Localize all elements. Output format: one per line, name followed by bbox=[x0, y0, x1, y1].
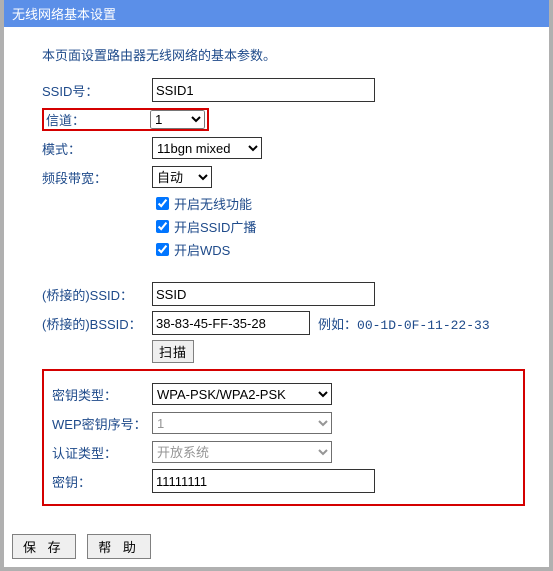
label-auth-type: 认证类型： bbox=[52, 443, 152, 462]
enable-ssid-broadcast-checkbox[interactable] bbox=[156, 220, 169, 233]
bssid-hint: 例如：00-1D-0F-11-22-33 bbox=[318, 314, 490, 333]
row-wep-index: WEP密钥序号： 1 bbox=[52, 411, 515, 435]
row-channel: 信道： 1 bbox=[42, 107, 525, 131]
enable-wireless-checkbox[interactable] bbox=[156, 197, 169, 210]
panel-title: 无线网络基本设置 bbox=[4, 0, 549, 27]
label-ssid: SSID号： bbox=[42, 81, 152, 100]
mode-select[interactable]: 11bgn mixed bbox=[152, 137, 262, 159]
row-bridge-bssid: (桥接的)BSSID： 例如：00-1D-0F-11-22-33 bbox=[42, 311, 525, 335]
label-bridge-ssid: (桥接的)SSID： bbox=[42, 285, 152, 304]
wep-index-select: 1 bbox=[152, 412, 332, 434]
channel-select[interactable]: 1 bbox=[150, 110, 205, 129]
bandwidth-select[interactable]: 自动 bbox=[152, 166, 212, 188]
row-key-type: 密钥类型： WPA-PSK/WPA2-PSK bbox=[52, 382, 515, 406]
label-key-type: 密钥类型： bbox=[52, 385, 152, 404]
label-bandwidth: 频段带宽： bbox=[42, 168, 152, 187]
button-bar: 保 存 帮 助 bbox=[4, 526, 549, 567]
row-key: 密钥： bbox=[52, 469, 515, 493]
label-enable-wds: 开启WDS bbox=[174, 240, 230, 259]
bridge-bssid-input[interactable] bbox=[152, 311, 310, 335]
row-enable-wireless: 开启无线功能 bbox=[152, 194, 525, 213]
label-enable-wireless: 开启无线功能 bbox=[174, 194, 252, 213]
scan-button[interactable]: 扫描 bbox=[152, 340, 194, 363]
label-enable-ssid-broadcast: 开启SSID广播 bbox=[174, 217, 256, 236]
help-button[interactable]: 帮 助 bbox=[87, 534, 151, 559]
key-type-select[interactable]: WPA-PSK/WPA2-PSK bbox=[152, 383, 332, 405]
highlight-channel: 信道： 1 bbox=[42, 108, 209, 131]
enable-wds-checkbox[interactable] bbox=[156, 243, 169, 256]
panel-content: 本页面设置路由器无线网络的基本参数。 SSID号： 信道： 1 模式： 11bg… bbox=[4, 27, 549, 526]
bridge-ssid-input[interactable] bbox=[152, 282, 375, 306]
panel: 无线网络基本设置 本页面设置路由器无线网络的基本参数。 SSID号： 信道： 1… bbox=[0, 0, 553, 571]
ssid-input[interactable] bbox=[152, 78, 375, 102]
row-enable-ssid-broadcast: 开启SSID广播 bbox=[152, 217, 525, 236]
intro-text: 本页面设置路由器无线网络的基本参数。 bbox=[42, 45, 525, 64]
row-bandwidth: 频段带宽： 自动 bbox=[42, 165, 525, 189]
key-input[interactable] bbox=[152, 469, 375, 493]
row-bridge-ssid: (桥接的)SSID： bbox=[42, 282, 525, 306]
label-key: 密钥： bbox=[52, 472, 152, 491]
auth-type-select: 开放系统 bbox=[152, 441, 332, 463]
row-mode: 模式： 11bgn mixed bbox=[42, 136, 525, 160]
row-ssid: SSID号： bbox=[42, 78, 525, 102]
highlight-key-block: 密钥类型： WPA-PSK/WPA2-PSK WEP密钥序号： 1 认证类型： bbox=[42, 369, 525, 506]
label-mode: 模式： bbox=[42, 139, 152, 158]
label-wep-index: WEP密钥序号： bbox=[52, 414, 152, 433]
label-bridge-bssid: (桥接的)BSSID： bbox=[42, 314, 152, 333]
save-button[interactable]: 保 存 bbox=[12, 534, 76, 559]
row-auth-type: 认证类型： 开放系统 bbox=[52, 440, 515, 464]
row-enable-wds: 开启WDS bbox=[152, 240, 525, 259]
label-channel: 信道： bbox=[46, 110, 150, 129]
